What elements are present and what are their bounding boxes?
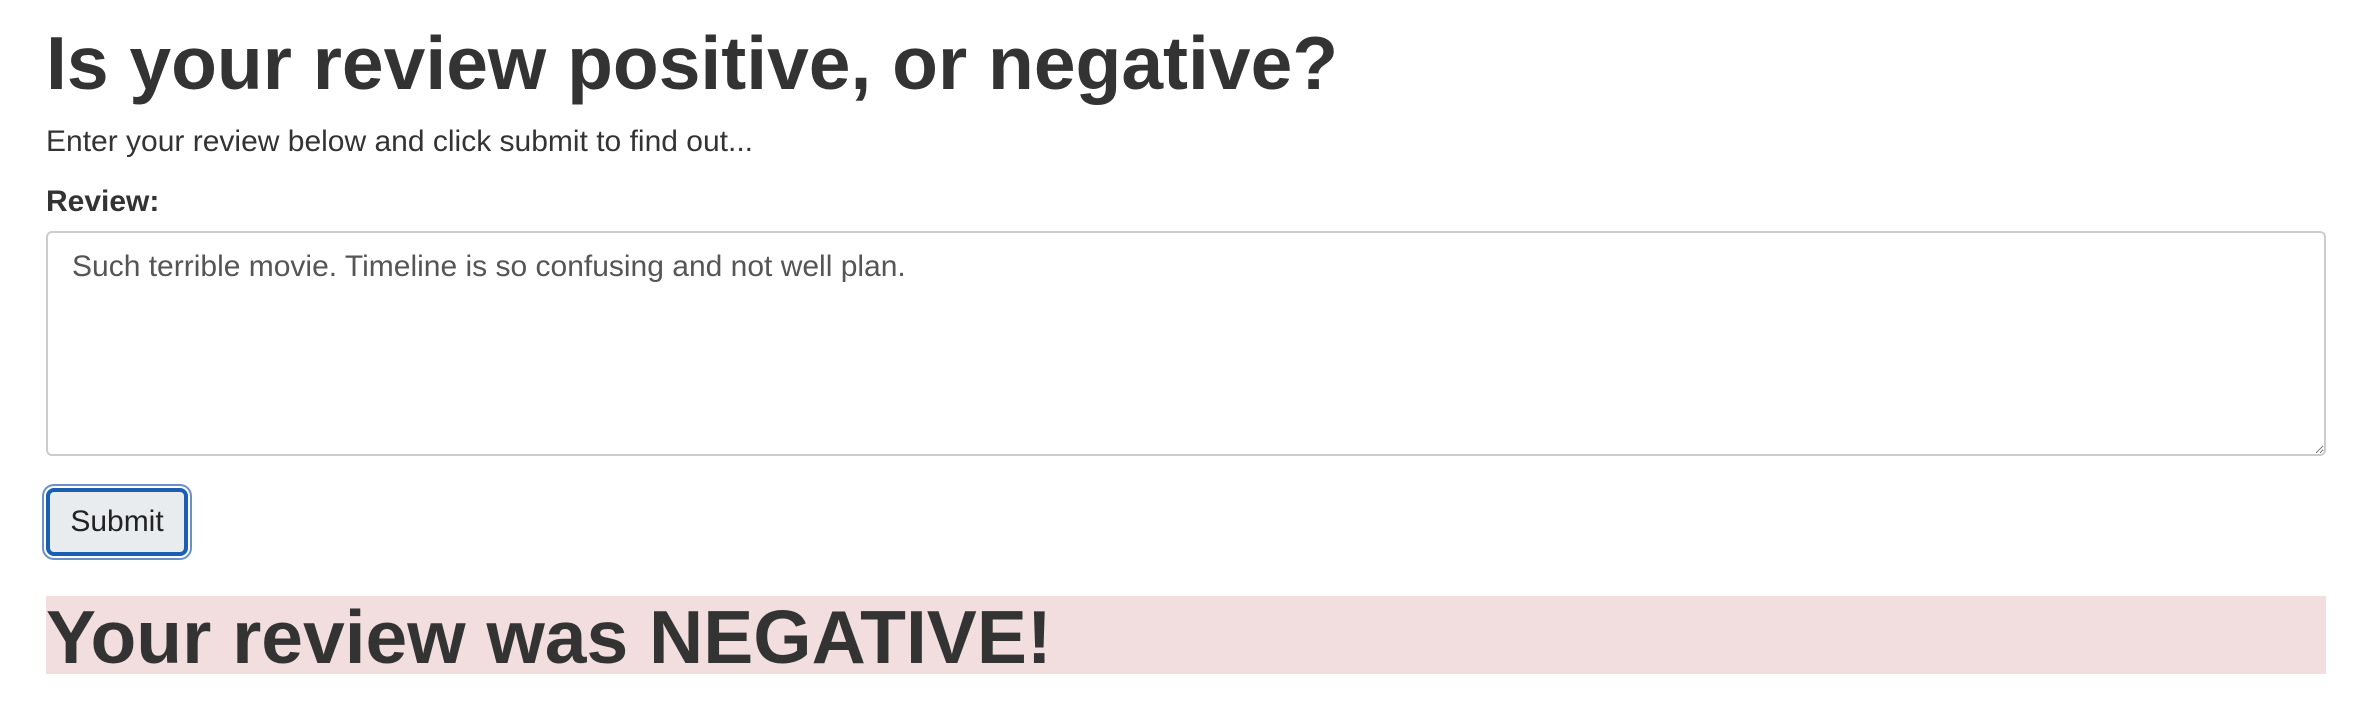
result-text: Your review was NEGATIVE!: [46, 596, 1052, 674]
page-title: Is your review positive, or negative?: [46, 21, 1339, 105]
result-banner: Your review was NEGATIVE!: [46, 596, 2326, 674]
submit-button[interactable]: Submit: [46, 488, 188, 556]
review-textarea[interactable]: Such terrible movie. Timeline is so conf…: [46, 231, 2326, 456]
review-label: Review:: [46, 185, 160, 218]
intro-text: Enter your review below and click submit…: [46, 125, 753, 158]
